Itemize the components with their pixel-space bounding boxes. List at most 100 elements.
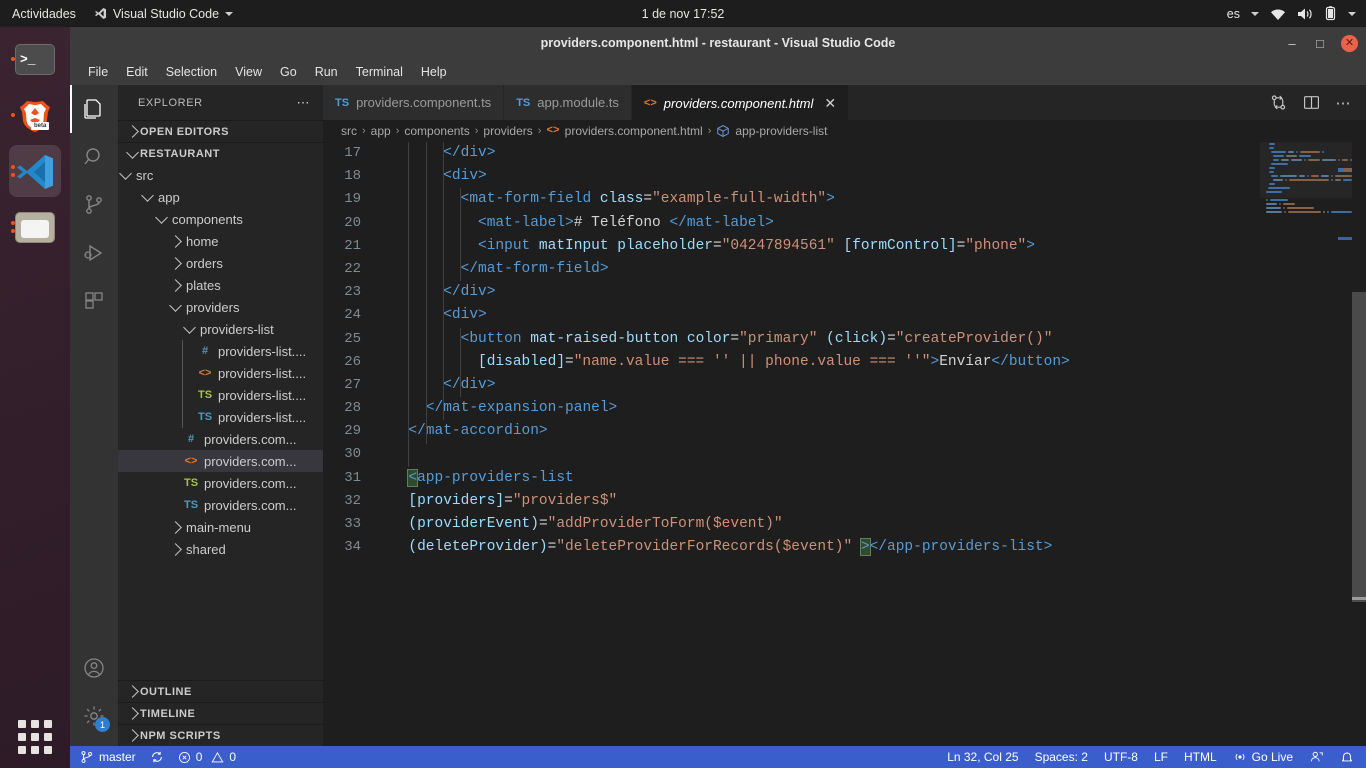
tree-folder-row[interactable]: shared [118,538,323,560]
activitybar-item-run-and-debug[interactable] [70,229,118,277]
activitybar-item-manage[interactable]: 1 [70,692,118,740]
tree-folder-row[interactable]: home [118,230,323,252]
menu-edit[interactable]: Edit [118,62,156,82]
maximize-button[interactable]: □ [1313,36,1327,50]
editor-tab[interactable]: <> providers.component.html ✕ [631,85,850,120]
system-tray[interactable]: es [1227,0,1356,27]
tree-file-row[interactable]: <> providers-list.... [118,362,323,384]
breadcrumb-item[interactable]: src [341,124,357,138]
tree-file-row[interactable]: TS providers.com... [118,472,323,494]
status-remote[interactable] [1309,750,1324,764]
code-line[interactable]: 30 [323,443,1366,466]
code-line[interactable]: 31 <app-providers-list [323,467,1366,490]
tree-folder-row[interactable]: providers-list [118,318,323,340]
code-line[interactable]: 19 <mat-form-field class="example-full-w… [323,188,1366,211]
code-line[interactable]: 20 <mat-label># Teléfono </mat-label> [323,212,1366,235]
dock-item-terminal[interactable]: >_ [9,33,61,85]
status-eol[interactable]: LF [1154,750,1168,764]
editor-tab[interactable]: TS providers.component.ts [323,85,505,120]
breadcrumb-item[interactable]: providers.component.html [565,124,703,138]
status-sync[interactable] [150,750,164,764]
sidebar-section-restaurant[interactable]: RESTAURANT [118,142,323,164]
show-applications-button[interactable] [18,720,52,754]
sidebar-section-npm-scripts[interactable]: NPM SCRIPTS [118,724,323,746]
split-editor-icon[interactable] [1303,94,1320,111]
code-line[interactable]: 32 [providers]="providers$" [323,490,1366,513]
breadcrumb-item[interactable]: components [404,124,469,138]
tree-file-row[interactable]: TS providers-list.... [118,384,323,406]
sidebar-section-timeline[interactable]: TIMELINE [118,702,323,724]
tree-file-row[interactable]: # providers-list.... [118,340,323,362]
code-line[interactable]: 27 </div> [323,374,1366,397]
menu-go[interactable]: Go [272,62,305,82]
code-line[interactable]: 25 <button mat-raised-button color="prim… [323,328,1366,351]
explorer-more-actions-icon[interactable]: ⋯ [297,95,312,111]
dock-item-brave-beta[interactable]: beta [9,89,61,141]
status-notifications[interactable] [1340,750,1354,764]
status-problems[interactable]: 0 0 [178,750,236,764]
tree-folder-row[interactable]: src [118,164,323,186]
scrollbar-thumb[interactable] [1352,292,1366,602]
status-encoding[interactable]: UTF-8 [1104,750,1138,764]
indent-guide [140,538,154,560]
code-line[interactable]: 28 </mat-expansion-panel> [323,397,1366,420]
tree-folder-row[interactable]: orders [118,252,323,274]
code-line[interactable]: 26 [disabled]="name.value === '' || phon… [323,351,1366,374]
code-line[interactable]: 34 (deleteProvider)="deleteProviderForRe… [323,536,1366,559]
tree-item-label: main-menu [186,519,252,535]
code-line[interactable]: 29 </mat-accordion> [323,420,1366,443]
sidebar-section-open-editors[interactable]: OPEN EDITORS [118,120,323,142]
code-line[interactable]: 22 </mat-form-field> [323,258,1366,281]
close-button[interactable]: ✕ [1341,34,1358,52]
code-lines[interactable]: 17 </div> 18 <div> 19 <mat-form-field clas… [323,142,1366,746]
minimize-button[interactable]: – [1285,36,1299,50]
activitybar-item-explorer[interactable] [70,85,118,133]
menu-selection[interactable]: Selection [158,62,225,82]
status-language-mode[interactable]: HTML [1184,750,1217,764]
tree-folder-row[interactable]: app [118,186,323,208]
indent-guide [118,274,140,296]
editor-tab[interactable]: TS app.module.ts [504,85,632,120]
keyboard-layout-label[interactable]: es [1227,7,1240,21]
tree-file-row[interactable]: TS providers-list.... [118,406,323,428]
menu-run[interactable]: Run [307,62,346,82]
code-line[interactable]: 33 (providerEvent)="addProviderToForm($e… [323,513,1366,536]
tree-folder-row[interactable]: plates [118,274,323,296]
code-line[interactable]: 21 <input matInput placeholder="04247894… [323,235,1366,258]
status-cursor-position[interactable]: Ln 32, Col 25 [947,750,1018,764]
editor-content[interactable]: 17 </div> 18 <div> 19 <mat-form-field clas… [323,142,1366,746]
tree-folder-row[interactable]: components [118,208,323,230]
code-line[interactable]: 17 </div> [323,142,1366,165]
tree-file-row[interactable]: # providers.com... [118,428,323,450]
status-branch[interactable]: master [80,750,136,764]
editor-scrollbar[interactable] [1352,142,1366,746]
dock-item-files[interactable] [9,201,61,253]
code-line[interactable]: 24 <div> [323,304,1366,327]
activitybar-item-search[interactable] [70,133,118,181]
status-indentation[interactable]: Spaces: 2 [1035,750,1088,764]
menu-help[interactable]: Help [413,62,455,82]
dock-item-vscode[interactable] [9,145,61,197]
tree-folder-row[interactable]: providers [118,296,323,318]
menu-view[interactable]: View [227,62,270,82]
minimap[interactable] [1260,142,1352,746]
source-control-diff-icon[interactable] [1270,94,1287,111]
code-line[interactable]: 23 </div> [323,281,1366,304]
tree-file-row[interactable]: TS providers.com... [118,494,323,516]
menu-file[interactable]: File [80,62,116,82]
breadcrumb-item[interactable]: app-providers-list [735,124,827,138]
activitybar-item-accounts[interactable] [70,644,118,692]
menu-terminal[interactable]: Terminal [348,62,411,82]
tree-file-row[interactable]: <> providers.com... [118,450,323,472]
clock[interactable]: 1 de nov 17:52 [0,7,1366,21]
more-actions-icon[interactable]: ⋯ [1336,94,1353,112]
status-go-live[interactable]: Go Live [1233,750,1293,764]
breadcrumb-item[interactable]: app [371,124,391,138]
code-line[interactable]: 18 <div> [323,165,1366,188]
sidebar-section-outline[interactable]: OUTLINE [118,680,323,702]
activitybar-item-extensions[interactable] [70,277,118,325]
close-icon[interactable]: ✕ [824,95,836,112]
breadcrumb-item[interactable]: providers [483,124,532,138]
activitybar-item-source-control[interactable] [70,181,118,229]
tree-folder-row[interactable]: main-menu [118,516,323,538]
